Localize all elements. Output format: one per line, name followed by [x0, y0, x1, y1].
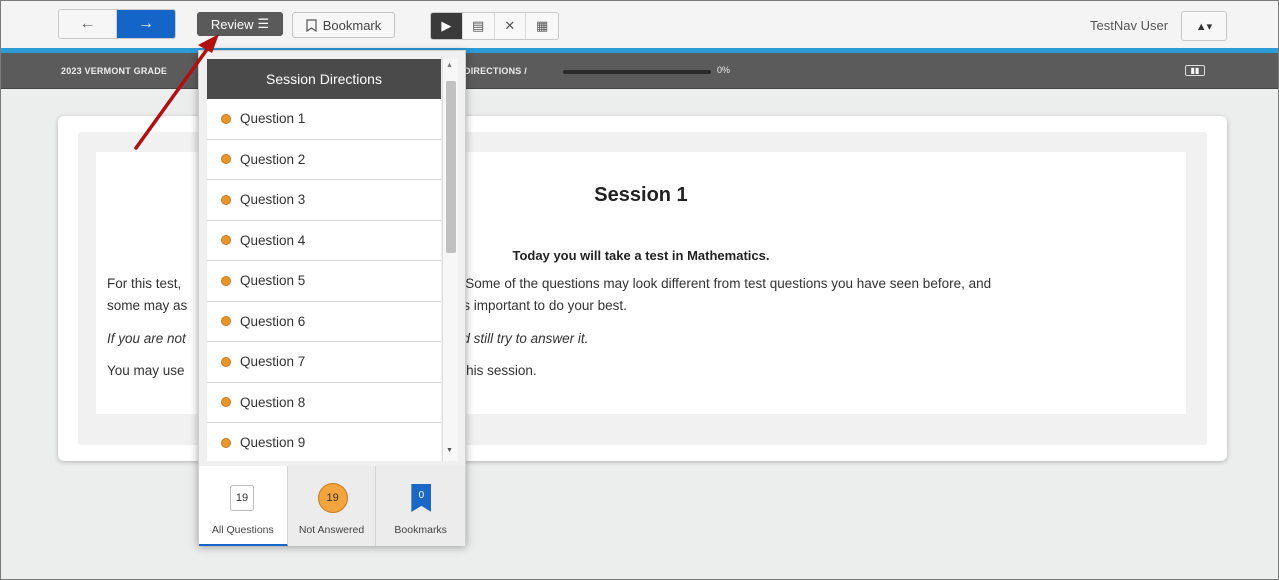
question-list-item[interactable]: Question 7 — [207, 342, 441, 383]
answer-eliminator-button[interactable]: ✕ — [495, 13, 527, 39]
tools-group: ▶ ▤ ✕ ▦ — [430, 12, 559, 40]
question-label: Question 1 — [240, 111, 306, 127]
question-label: Question 7 — [240, 354, 306, 370]
back-button[interactable]: ← — [59, 10, 118, 38]
question-label: Question 9 — [240, 435, 306, 451]
tab-label: Not Answered — [298, 524, 365, 536]
all-questions-count: 19 — [230, 485, 254, 511]
unanswered-dot-icon — [221, 316, 231, 327]
unanswered-dot-icon — [221, 154, 231, 165]
scroll-up-icon[interactable]: ▲ — [446, 62, 453, 69]
navigation-group: ← → — [58, 9, 176, 39]
next-button[interactable]: → — [117, 10, 175, 38]
question-list: Question 1 Question 2 Question 3 Questio… — [207, 99, 441, 461]
unanswered-dot-icon — [221, 275, 231, 286]
review-button[interactable]: Review ☰ — [197, 12, 283, 36]
test-title: 2023 VERMONT GRADE — [61, 66, 168, 76]
question-label: Question 5 — [240, 273, 306, 289]
progress-bar — [563, 70, 711, 74]
question-list-item[interactable]: Question 9 — [207, 423, 441, 461]
question-list-item[interactable]: Question 5 — [207, 261, 441, 302]
not-answered-count: 19 — [317, 483, 348, 513]
unanswered-dot-icon — [221, 235, 231, 246]
tab-not-answered[interactable]: 19 Not Answered — [287, 466, 377, 546]
tab-all-questions[interactable]: 19 All Questions — [199, 466, 288, 546]
top-toolbar — [1, 1, 1278, 49]
unanswered-dot-icon — [221, 356, 231, 367]
question-label: Question 6 — [240, 313, 306, 329]
question-label: Question 8 — [240, 394, 306, 410]
tab-label: Bookmarks — [394, 524, 447, 536]
unanswered-dot-icon — [221, 397, 231, 408]
pointer-tool-button[interactable]: ▶ — [431, 13, 463, 39]
paragraph-1-line-1-start: For this test, — [107, 276, 182, 291]
paragraph-2-start: If you are not — [107, 331, 186, 346]
pointer-icon: ▶ — [441, 18, 452, 33]
paragraph-1-line-2-start: some may as — [107, 298, 188, 313]
review-label: Review — [210, 16, 254, 32]
scrollbar-thumb[interactable] — [446, 81, 456, 253]
progress-strip: 2023 VERMONT GRADE DIRECTIONS / 0% ▮▮ — [1, 53, 1278, 89]
tab-bookmarks[interactable]: 0 Bookmarks — [376, 466, 466, 546]
bookmark-button[interactable]: Bookmark — [292, 12, 395, 38]
arrow-left-icon: ← — [79, 15, 96, 32]
question-list-item[interactable]: Question 2 — [207, 139, 441, 180]
question-list-item[interactable]: Question 1 — [207, 99, 441, 140]
scroll-down-icon[interactable]: ▼ — [446, 447, 453, 454]
paragraph-1-line-1-end: tions. Some of the questions may look di… — [429, 276, 992, 291]
question-label: Question 3 — [240, 192, 306, 208]
arrow-right-icon: → — [138, 15, 154, 32]
question-list-item[interactable]: Question 6 — [207, 301, 441, 342]
section-label: DIRECTIONS / — [464, 66, 527, 76]
battery-icon: ▮▮ — [1185, 65, 1205, 76]
bookmark-label: Bookmark — [322, 17, 382, 33]
calculator-icon: ▦ — [535, 18, 549, 33]
answer-eliminator-icon: ✕ — [504, 18, 516, 33]
review-filter-tabs: 19 All Questions 19 Not Answered 0 Bookm… — [199, 466, 466, 546]
question-list-scrollbar[interactable]: ▲ ▼ — [442, 59, 458, 461]
question-list-item[interactable]: Question 3 — [207, 180, 441, 221]
list-icon: ☰ — [257, 16, 270, 31]
user-icon: ▲▾ — [1195, 20, 1213, 33]
question-label: Question 2 — [240, 151, 306, 167]
user-menu-button[interactable]: ▲▾ — [1181, 11, 1227, 41]
question-list-item[interactable]: Question 4 — [207, 220, 441, 261]
user-name: TestNav User — [1090, 18, 1169, 33]
question-list-item[interactable]: Question 8 — [207, 382, 441, 423]
bookmark-icon — [306, 18, 317, 32]
notepad-tool-button[interactable]: ▤ — [463, 13, 495, 39]
calculator-button[interactable]: ▦ — [526, 13, 558, 39]
paragraph-1-line-2-end: t it is important to do your best. — [442, 298, 627, 313]
progress-percent: 0% — [717, 65, 731, 75]
notepad-icon: ▤ — [471, 18, 485, 33]
unanswered-dot-icon — [221, 194, 231, 205]
tab-label: All Questions — [211, 524, 274, 536]
bookmarks-count: 0 — [411, 484, 432, 512]
paragraph-3-start: You may use — [107, 363, 185, 378]
unanswered-dot-icon — [221, 113, 231, 124]
session-directions-header[interactable]: Session Directions — [207, 59, 441, 99]
question-label: Question 4 — [240, 232, 306, 248]
review-dropdown: Session Directions Question 1 Question 2… — [198, 50, 466, 546]
unanswered-dot-icon — [221, 437, 231, 448]
